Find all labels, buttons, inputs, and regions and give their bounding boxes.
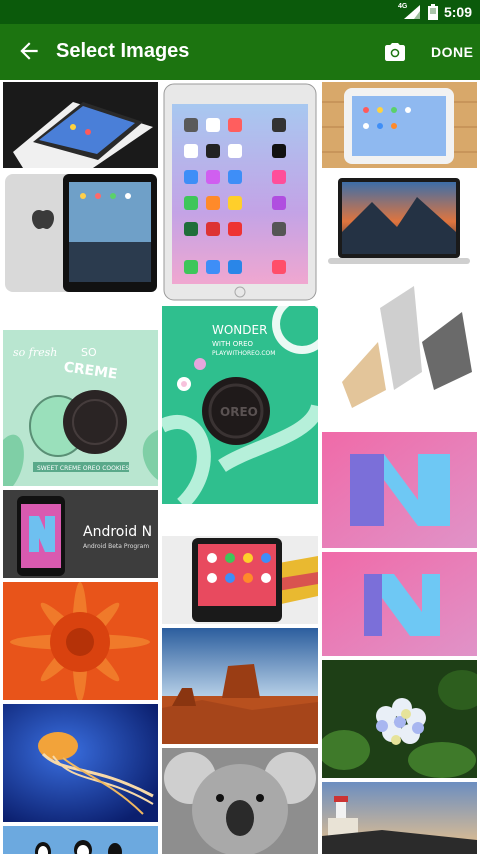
image-tile-koala[interactable] [162, 748, 318, 854]
page-title: Select Images [56, 40, 190, 62]
svg-text:PLAYWITHOREO.COM: PLAYWITHOREO.COM [212, 350, 275, 357]
image-tile-orange-flower[interactable] [3, 582, 158, 700]
image-tile-hydrangea[interactable] [322, 660, 477, 778]
image-tile-ipad-front[interactable] [162, 82, 318, 302]
image-tile-ipad-box[interactable] [3, 82, 158, 168]
image-tile-penguins[interactable] [3, 826, 158, 854]
image-tile-android-n-logo-2[interactable] [322, 552, 477, 656]
app-bar: Select Images DONE [0, 24, 480, 80]
status-bar: 4G 5:09 [0, 0, 480, 24]
camera-icon[interactable] [383, 40, 407, 64]
image-tile-android-n-logo[interactable] [322, 432, 477, 548]
image-tile-monument-valley[interactable] [162, 628, 318, 744]
svg-text:SO: SO [81, 346, 97, 359]
image-tile-macbooks[interactable] [322, 272, 477, 428]
svg-text:Android Beta Program: Android Beta Program [83, 543, 149, 550]
svg-text:SWEET CREME OREO COOKIES: SWEET CREME OREO COOKIES [37, 465, 129, 472]
image-tile-ipad-wood[interactable] [322, 82, 477, 168]
svg-text:so fresh: so fresh [13, 346, 57, 359]
image-tile-oreo-mint[interactable]: so fresh SO CREME SWEET CREME OREO COOKI… [3, 330, 158, 486]
image-tile-android-n-phone[interactable]: Android N Android Beta Program [3, 490, 158, 578]
image-tile-lighthouse[interactable] [322, 782, 477, 854]
svg-text:OREO: OREO [220, 405, 258, 419]
image-grid: so fresh SO CREME SWEET CREME OREO COOKI… [0, 80, 480, 854]
arrow-back-icon[interactable] [16, 38, 42, 64]
clock: 5:09 [443, 4, 472, 20]
image-tile-ipad-back[interactable] [3, 172, 158, 294]
signal-icon: 4G [398, 3, 422, 19]
battery-icon [427, 4, 438, 20]
done-button[interactable]: DONE [431, 44, 473, 60]
image-tile-jellyfish[interactable] [3, 704, 158, 822]
image-tile-nexus-phone[interactable] [162, 536, 318, 624]
svg-text:WONDER: WONDER [212, 323, 267, 337]
image-tile-wonder-oreo[interactable]: WONDER WITH OREO PLAYWITHOREO.COM OREO [162, 306, 318, 504]
svg-text:Android N: Android N [83, 524, 152, 540]
image-tile-macbook-pro[interactable] [322, 172, 477, 268]
svg-text:WITH OREO: WITH OREO [212, 340, 254, 348]
